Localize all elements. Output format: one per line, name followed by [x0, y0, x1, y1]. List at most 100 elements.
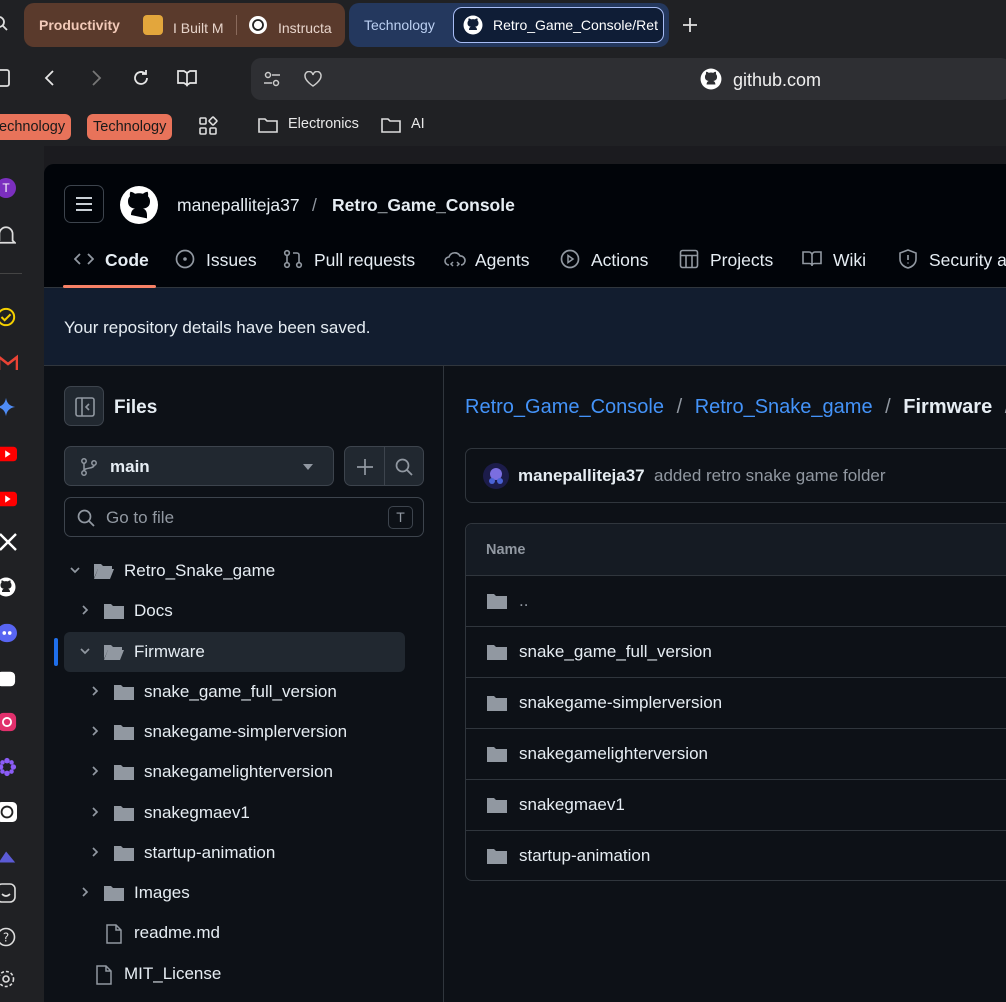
tab-group-label[interactable]: Productivity [39, 17, 120, 33]
todo-icon[interactable] [0, 306, 16, 328]
gemini-icon[interactable] [0, 396, 16, 418]
tree-item-images[interactable]: Images [64, 873, 424, 913]
tree-item-readme[interactable]: readme.md [64, 913, 424, 953]
chatgpt-icon[interactable] [0, 801, 17, 823]
table-row[interactable]: startup-animation [466, 830, 1006, 880]
youtube-icon[interactable] [0, 443, 17, 465]
tree-item-startup-animation[interactable]: startup-animation [64, 833, 424, 873]
tab-security[interactable]: Security a [898, 248, 1006, 272]
table-icon [679, 249, 699, 269]
menu-button[interactable] [64, 185, 104, 223]
table-row[interactable]: snakegamelighterversion [466, 728, 1006, 779]
back-icon[interactable] [43, 70, 55, 86]
folder-link[interactable]: snake_game_full_version [519, 642, 712, 662]
plus-icon[interactable] [682, 17, 698, 33]
tree-item-snakegmaev1[interactable]: snakegmaev1 [64, 793, 424, 833]
parent-directory-link[interactable]: .. [519, 591, 528, 611]
breadcrumb-link[interactable]: Retro_Game_Console [465, 396, 664, 418]
folder-icon [487, 594, 507, 609]
youtube-icon[interactable] [0, 488, 17, 510]
book-icon [802, 251, 822, 267]
tab-group-technology: Technology Retro_Game_Console/Ret [349, 3, 669, 47]
shape-icon[interactable] [0, 846, 17, 868]
plus-icon[interactable] [356, 458, 374, 476]
tab-favicon-icon [143, 15, 163, 35]
sidebar-toggle-icon[interactable] [0, 69, 10, 87]
tab-title[interactable]: I Built M [173, 20, 225, 36]
search-icon[interactable] [395, 458, 413, 476]
repo-owner-link[interactable]: manepalliteja37 [177, 195, 300, 216]
bookmark-group-pill[interactable]: echnology [0, 114, 72, 140]
tree-item-firmware[interactable]: Firmware [54, 632, 405, 672]
profile-avatar[interactable]: T [0, 178, 16, 198]
commit-author[interactable]: manepalliteja37 [518, 466, 645, 486]
folder-icon [487, 849, 507, 864]
github-icon[interactable] [0, 576, 16, 598]
bookmark-folder-ai[interactable]: AI [411, 116, 425, 132]
tab-code[interactable]: Code [74, 248, 164, 272]
tab-title[interactable]: Instructa [278, 20, 333, 36]
repo-name-link[interactable]: Retro_Game_Console [332, 195, 515, 216]
table-row[interactable]: snakegmaev1 [466, 779, 1006, 830]
tab-projects[interactable]: Projects [679, 248, 779, 272]
folder-icon [487, 645, 507, 660]
folder-link[interactable]: startup-animation [519, 846, 650, 866]
tab-actions[interactable]: Actions [560, 248, 660, 272]
url-text: github.com [733, 70, 822, 90]
folder-icon [487, 747, 507, 762]
folder-icon [114, 765, 134, 780]
heart-icon[interactable] [304, 71, 322, 87]
chat-icon[interactable] [0, 668, 16, 690]
branch-selector[interactable]: main [64, 446, 334, 486]
folder-link[interactable]: snakegamelighterversion [519, 744, 708, 764]
active-tab[interactable]: Retro_Game_Console/Ret [453, 7, 664, 43]
folder-link[interactable]: snakegmaev1 [519, 795, 625, 815]
agents-icon [444, 252, 466, 267]
breadcrumb-link[interactable]: Retro_Snake_game [695, 396, 873, 418]
flower-icon[interactable] [0, 756, 17, 778]
avatar[interactable] [483, 463, 509, 489]
tree-item-snakegamelighterversion[interactable]: snakegamelighterversion [64, 752, 424, 792]
collapse-panel-button[interactable] [64, 386, 104, 426]
tab-group-label[interactable]: Technology [364, 17, 435, 33]
settings-icon[interactable] [0, 968, 16, 990]
reload-icon[interactable] [132, 69, 150, 87]
latest-commit-box: manepalliteja37 added retro snake game f… [465, 448, 1006, 503]
table-row[interactable]: snake_game_full_version [466, 626, 1006, 677]
bookmark-group-pill[interactable]: Technology [87, 114, 173, 140]
discord-icon[interactable] [0, 622, 17, 644]
bell-icon[interactable] [0, 224, 16, 246]
tab-issues[interactable]: Issues [175, 248, 265, 272]
tree-item-snake-game-full-version[interactable]: snake_game_full_version [64, 672, 424, 712]
table-row[interactable]: snakegame-simplerversion [466, 677, 1006, 728]
tree-item-retro-snake-game[interactable]: Retro_Snake_game [64, 551, 424, 591]
tree-item-snakegame-simplerversion[interactable]: snakegame-simplerversion [64, 712, 424, 752]
tab-pull-requests[interactable]: Pull requests [283, 248, 423, 272]
tab-wiki[interactable]: Wiki [802, 248, 872, 272]
tree-item-docs[interactable]: Docs [64, 591, 424, 631]
instagram-icon[interactable] [0, 711, 17, 733]
folder-link[interactable]: snakegame-simplerversion [519, 693, 722, 713]
chevron-right-icon [82, 605, 89, 615]
browser-toolbar: github.com [0, 50, 1006, 102]
site-settings-icon[interactable] [263, 70, 281, 88]
go-to-file-input[interactable]: Go to file T [64, 497, 424, 537]
apps-icon[interactable] [198, 116, 218, 136]
tree-item-label: snakegame-simplerversion [144, 722, 348, 741]
address-bar[interactable]: github.com [251, 58, 1006, 100]
tab-agents[interactable]: Agents [444, 248, 534, 272]
bookmark-folder-electronics[interactable]: Electronics [288, 116, 359, 132]
forward-icon[interactable] [91, 70, 103, 86]
search-icon[interactable] [0, 16, 8, 32]
split-view-icon[interactable] [176, 68, 198, 88]
gmail-icon[interactable] [0, 352, 18, 374]
github-logo-icon[interactable] [119, 185, 159, 225]
x-icon[interactable] [0, 531, 18, 553]
smile-icon[interactable] [0, 882, 16, 904]
help-icon[interactable]: ? [0, 926, 16, 948]
table-row-parent[interactable]: .. [466, 575, 1006, 626]
commit-message[interactable]: added retro snake game folder [654, 466, 886, 486]
browser-sidebar: T ? [0, 146, 44, 1002]
tree-item-label: snakegmaev1 [144, 803, 250, 822]
tree-item-mit-license[interactable]: MIT_License [64, 954, 424, 994]
